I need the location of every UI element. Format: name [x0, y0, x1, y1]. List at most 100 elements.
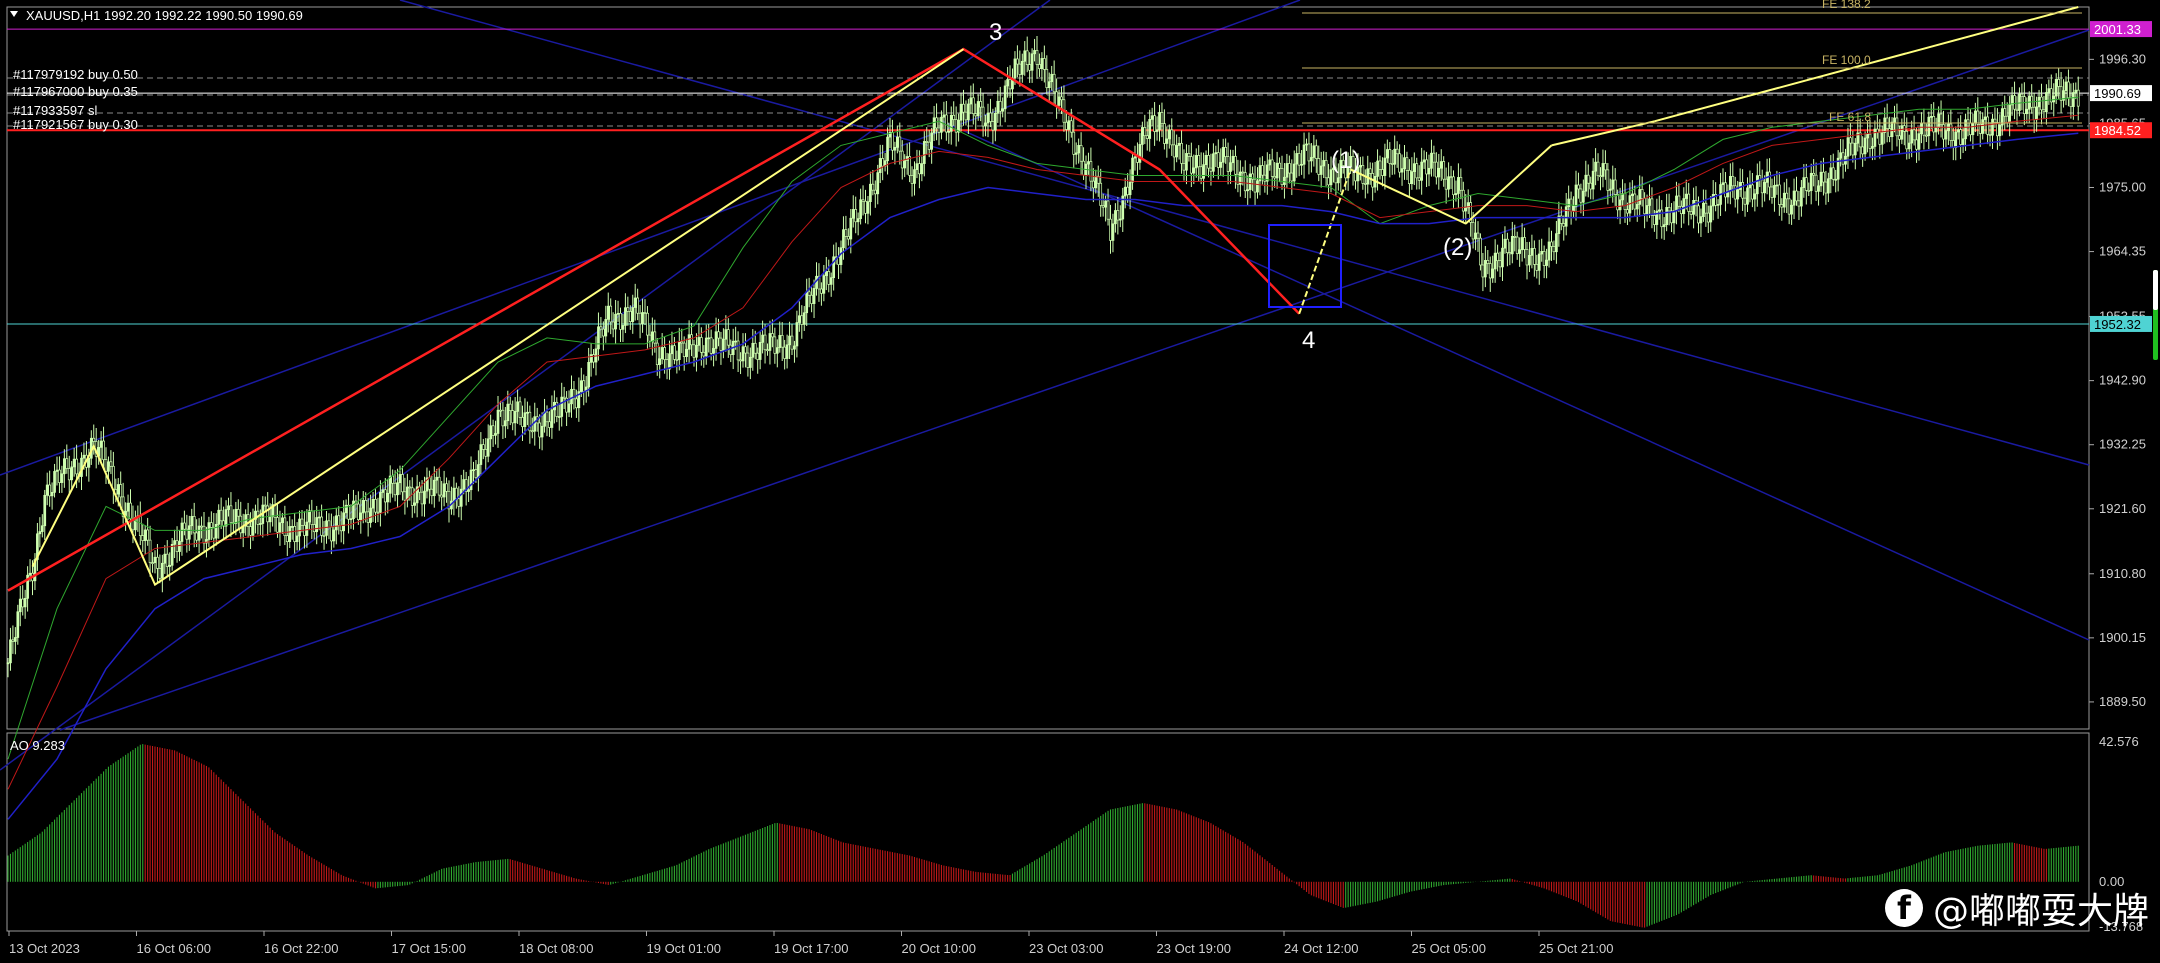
candle-body: [702, 351, 706, 357]
candle-body: [1040, 58, 1044, 70]
candle-body: [379, 492, 382, 513]
candle-body: [1160, 112, 1164, 124]
candle-body: [1755, 175, 1759, 195]
candle-body: [1138, 144, 1142, 163]
candle-body: [1385, 149, 1389, 159]
candle-body: [1689, 211, 1693, 215]
candle-body: [1591, 170, 1595, 190]
candle-body: [14, 637, 17, 642]
candle-body: [45, 484, 49, 496]
candle-body: [1170, 129, 1174, 146]
candle-body: [859, 199, 862, 219]
candle-body: [1770, 186, 1774, 198]
candle-body: [413, 502, 417, 506]
candle-body: [624, 307, 627, 326]
candle-body: [1229, 162, 1232, 172]
candle-body: [499, 409, 502, 412]
candle-body: [795, 322, 799, 347]
price-scale-track[interactable]: [2153, 270, 2158, 310]
candle-body: [1763, 182, 1767, 194]
candle-body: [472, 469, 475, 472]
candle-body: [687, 334, 691, 350]
candle-body: [910, 175, 914, 184]
candle-body: [1165, 138, 1169, 144]
candle-body: [1216, 152, 1220, 168]
candle-body: [1753, 193, 1757, 200]
order-label-1[interactable]: #117979192 buy 0.50: [13, 67, 138, 82]
candle-body: [1395, 148, 1399, 155]
candle-body: [386, 492, 390, 503]
candle-body: [974, 113, 978, 117]
candle-body: [690, 334, 693, 346]
candle-body: [736, 340, 740, 361]
candle-body: [1851, 142, 1855, 156]
candle-body: [638, 312, 642, 325]
wave-label-ii: (2): [1443, 234, 1472, 261]
candle-body: [1508, 252, 1512, 255]
candle-body: [107, 461, 110, 472]
candle-body: [530, 430, 534, 433]
candle-body: [1388, 149, 1392, 164]
candle-body: [364, 500, 368, 513]
candle-body: [611, 321, 615, 330]
candle-body: [699, 337, 703, 353]
candle-body: [236, 508, 240, 517]
candle-body: [457, 498, 461, 507]
order-label-3[interactable]: #117933597 sl: [13, 103, 97, 118]
candle-body: [589, 354, 593, 363]
candle-body: [2022, 96, 2026, 115]
candle-body: [1018, 63, 1022, 75]
candle-body: [1194, 155, 1198, 169]
candle-body: [491, 425, 495, 436]
candle-body: [582, 380, 586, 392]
header-triangle-icon[interactable]: [10, 11, 18, 17]
candle-body: [837, 256, 840, 265]
candle-body: [989, 112, 992, 122]
candle-body: [1920, 122, 1923, 135]
candle-body: [18, 598, 22, 613]
candle-body: [1878, 132, 1882, 145]
order-label-2[interactable]: #117967000 buy 0.35: [13, 84, 138, 99]
candle-body: [187, 525, 191, 540]
candle-body: [1439, 161, 1443, 169]
candle-body: [481, 444, 485, 450]
y-tick-label: 1910.80: [2099, 566, 2146, 581]
candle-body: [1295, 153, 1299, 165]
candle-body: [50, 492, 54, 497]
candle-body: [653, 331, 657, 344]
candle-body: [9, 639, 12, 664]
candle-body: [298, 518, 301, 537]
ma-fast-line: [7, 96, 2079, 760]
candle-body: [1564, 206, 1568, 227]
candle-body: [783, 346, 787, 359]
candle-body: [621, 325, 625, 330]
candle-body: [156, 556, 159, 569]
candle-body: [1106, 200, 1110, 220]
candle-body: [455, 487, 458, 500]
candle-body: [1890, 121, 1894, 138]
candle-body: [1430, 152, 1433, 169]
candle-body: [401, 474, 404, 493]
candle-body: [1973, 110, 1977, 124]
candle-body: [891, 131, 894, 151]
candle-body: [1383, 157, 1387, 176]
y-tick-label: 1996.30: [2099, 51, 2146, 66]
candle-body: [1662, 224, 1666, 228]
candle-body: [944, 114, 948, 133]
candle-body: [1880, 132, 1884, 145]
candle-body: [734, 340, 738, 343]
candle-body: [1400, 168, 1404, 173]
candle-body: [1101, 205, 1105, 208]
y-tick-label: 1932.25: [2099, 437, 2146, 452]
candle-body: [1283, 176, 1286, 185]
candle-body: [1697, 205, 1700, 224]
candle-body: [998, 100, 1002, 112]
order-label-4[interactable]: #117921567 buy 0.30: [13, 117, 138, 132]
candle-body: [1246, 189, 1250, 192]
candle-body: [935, 117, 938, 129]
candle-body: [82, 454, 86, 459]
candle-body: [347, 504, 350, 520]
price-badge-label: 1984.52: [2094, 123, 2141, 138]
candle-body: [53, 471, 56, 493]
candle-body: [1207, 155, 1210, 169]
